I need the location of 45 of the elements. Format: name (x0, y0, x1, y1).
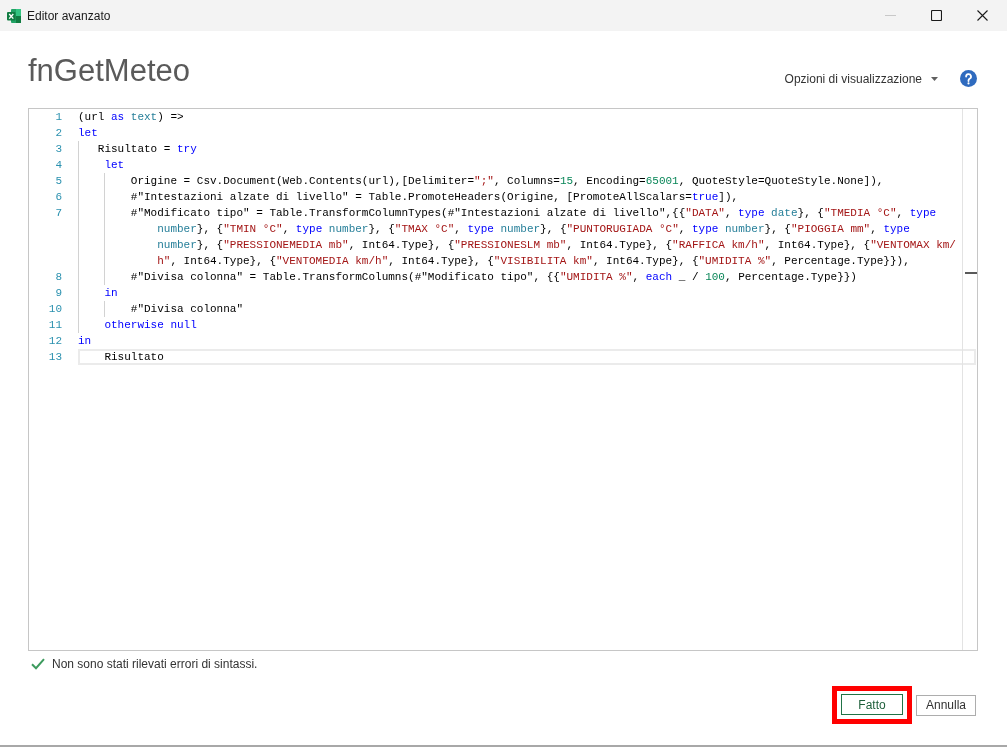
marker-icon (965, 272, 977, 274)
code-line: #"Divisa colonna" = Table.TransformColumns(#"Modificato tipo", {{"UMIDITA %", each _ / 100, Percentage.Type}}) (130, 270, 857, 285)
code-line: otherwise null (104, 318, 197, 333)
close-icon[interactable] (976, 10, 988, 21)
code-line: in (78, 334, 92, 349)
vertical-scrollbar[interactable] (962, 109, 977, 650)
code-line: Origine = Csv.Document(Web.Contents(url),[Delimiter=";", Columns=15, Encoding=65001, QuoteStyle=QuoteStyle.None]), (130, 174, 884, 189)
view-options-dropdown[interactable]: Opzioni di visualizzazione (784, 70, 938, 87)
code-line: #"Divisa colonna" (130, 302, 243, 317)
line-number: 11 (47, 318, 62, 333)
code-line: let (104, 158, 125, 173)
check-icon (31, 658, 45, 670)
code-line: Risultato = try (97, 142, 197, 157)
code-line: number}, {"TMIN °C", type number}, {"TMAX °C", type number}, {"PUNTORUGIADA °C", type number}, {"PIOGGIA mm", type (157, 222, 910, 237)
line-number: 2 (54, 126, 62, 141)
line-number: 10 (47, 302, 62, 317)
line-number: 5 (54, 174, 62, 189)
line-number: 13 (47, 350, 62, 365)
maximize-icon[interactable] (930, 10, 942, 21)
code-line: h", Int64.Type}, {"VENTOMEDIA km/h", Int64.Type}, {"VISIBILITA km", Int64.Type}, {"UMIDITA %", Percentage.Type}}), (157, 254, 910, 269)
app-icon (7, 8, 21, 23)
window-title: Editor avanzato (27, 8, 111, 23)
code-line: Risultato (104, 350, 164, 365)
code-line: (url as text) => (78, 110, 184, 125)
done-button[interactable]: Fatto (841, 694, 903, 715)
status-message: Non sono stati rilevati errori di sintassi. (52, 657, 258, 671)
line-number: 4 (54, 158, 62, 173)
line-number: 9 (54, 286, 62, 301)
line-number: 6 (54, 190, 62, 205)
cancel-button[interactable]: Annulla (916, 694, 976, 716)
line-number: 7 (54, 206, 62, 221)
line-number: 1 (54, 110, 62, 125)
code-line: number}, {"PRESSIONEMEDIA mb", Int64.Type}, {"PRESSIONESLM mb", Int64.Type}, {"RAFFICA km/h", Int64.Type}, {"VENTOMAX km/ (157, 238, 956, 253)
indent-guide (104, 301, 106, 317)
line-number: 3 (54, 142, 62, 157)
code-editor[interactable] (28, 108, 978, 651)
line-number: 12 (47, 334, 62, 349)
caret-icon (931, 76, 938, 81)
help-icon[interactable] (960, 70, 977, 87)
code-line: let (78, 126, 98, 141)
line-number: 8 (54, 270, 62, 285)
code-line: #"Intestazioni alzate di livello" = Table.PromoteHeaders(Origine, [PromoteAllScalars=true]), (130, 190, 739, 205)
code-line: in (104, 286, 118, 301)
code-line: #"Modificato tipo" = Table.TransformColumnTypes(#"Intestazioni alzate di livello",{{"DATA", type date}, {"TMEDIA °C", type (130, 206, 937, 221)
query-title: fnGetMeteo (28, 53, 190, 89)
